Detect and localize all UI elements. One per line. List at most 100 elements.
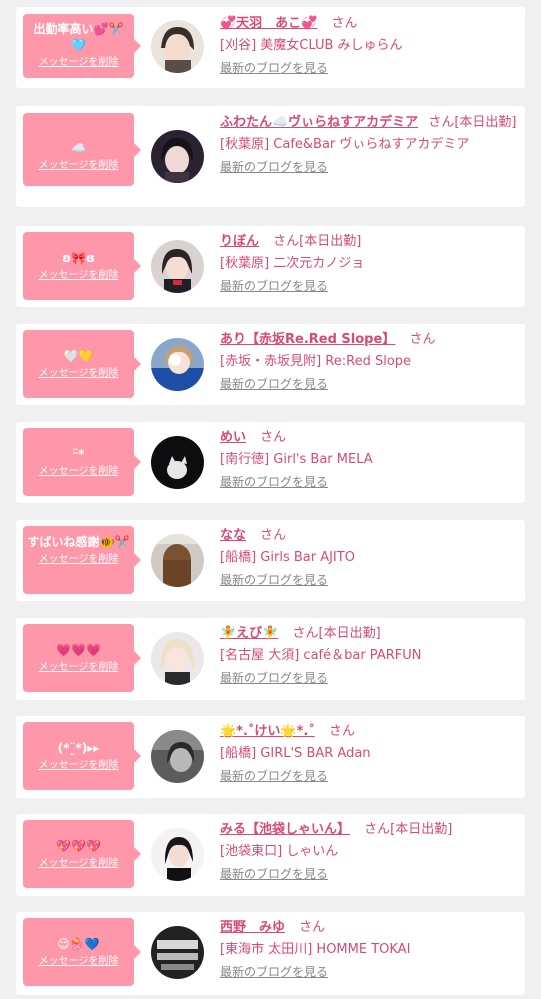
delete-message-link[interactable]: メッセージを削除 — [27, 554, 130, 566]
cast-name-link[interactable]: みる【池袋しゃいん】 — [220, 822, 350, 837]
name-line: なな さん — [220, 526, 519, 546]
list-item: 出勤率高い💕✂️🩵 メッセージを削除 💞天羽 あこ💞 さん [刈谷] 美魔女CL… — [16, 7, 525, 88]
shop-area: [南行徳] — [220, 452, 270, 467]
shop-name: 美魔女CLUB みしゅらん — [260, 38, 403, 53]
name-suffix: さん — [299, 920, 326, 935]
shop-name: しゃいん — [286, 844, 339, 859]
shop-name: Girls Bar AJITO — [260, 550, 355, 565]
list-item: ᵕ̈* メッセージを削除 めい さん [南行徳] Girl's Bar MELA… — [16, 422, 525, 503]
name-line: 西野 みゆ さん — [220, 918, 519, 938]
shop-name: HOMME TOKAI — [316, 942, 411, 957]
name-suffix: さん — [409, 332, 436, 347]
message-bubble: 🤍💛 メッセージを削除 — [23, 330, 141, 398]
shop-area: [赤坂・赤坂見附] — [220, 354, 322, 369]
latest-blog-link[interactable]: 最新のブログを見る — [220, 376, 328, 392]
message-text: 🤍💛 — [63, 349, 94, 363]
shop-line: [船橋] Girls Bar AJITO — [220, 548, 519, 568]
name-line: ふわたん☁️ヴぃらねすアカデミア さん[本日出勤] — [220, 113, 519, 133]
message-bubble: すばいね感謝🐠✂️ メッセージを削除 — [23, 526, 141, 594]
cast-name-link[interactable]: あり【赤坂Re.Red Slope】 — [220, 332, 395, 347]
shop-name: GIRL'S BAR Adan — [260, 746, 371, 761]
list-item: ☁️ メッセージを削除 ふわたん☁️ヴぃらねすアカデミア さん[本日出勤] [秋… — [16, 106, 525, 207]
avatar[interactable] — [151, 534, 204, 587]
list-item: 😌🪼💙 メッセージを削除 西野 みゆ さん [東海市 太田川] HOMME TO… — [16, 912, 525, 995]
delete-message-link[interactable]: メッセージを削除 — [27, 368, 130, 380]
cast-name-link[interactable]: めい — [220, 430, 246, 445]
message-bubble: 出勤率高い💕✂️🩵 メッセージを削除 — [23, 14, 141, 78]
delete-message-link[interactable]: メッセージを削除 — [27, 57, 130, 69]
shop-area: [東海市 太田川] — [220, 942, 313, 957]
list-item: ʚ🎀ɞ メッセージを削除 りぼん さん[本日出勤] [秋葉原] 二次元カノジョ … — [16, 226, 525, 307]
favorite-list: 出勤率高い💕✂️🩵 メッセージを削除 💞天羽 あこ💞 さん [刈谷] 美魔女CL… — [0, 0, 541, 999]
cast-name-link[interactable]: ふわたん☁️ヴぃらねすアカデミア — [220, 115, 418, 130]
delete-message-link[interactable]: メッセージを削除 — [27, 858, 130, 870]
delete-message-link[interactable]: メッセージを削除 — [27, 662, 130, 674]
name-suffix: さん — [260, 430, 287, 445]
shop-area: [名古屋 大須] — [220, 648, 300, 663]
shop-name: Cafe&Bar ヴぃらねすアカデミア — [273, 137, 470, 152]
delete-message-link[interactable]: メッセージを削除 — [27, 466, 130, 478]
message-text: ʚ🎀ɞ — [62, 251, 95, 265]
latest-blog-link[interactable]: 最新のブログを見る — [220, 670, 328, 686]
avatar[interactable] — [151, 632, 204, 685]
delete-message-link[interactable]: メッセージを削除 — [27, 270, 130, 282]
latest-blog-link[interactable]: 最新のブログを見る — [220, 768, 328, 784]
avatar[interactable] — [151, 130, 204, 183]
latest-blog-link[interactable]: 最新のブログを見る — [220, 60, 328, 76]
name-suffix: さん — [260, 528, 287, 543]
shop-area: [池袋東口] — [220, 844, 283, 859]
avatar[interactable] — [151, 828, 204, 881]
shop-area: [船橋] — [220, 746, 257, 761]
cast-name-link[interactable]: 🧚えび🧚 — [220, 626, 278, 641]
shop-line: [秋葉原] Cafe&Bar ヴぃらねすアカデミア — [220, 135, 519, 155]
latest-blog-link[interactable]: 最新のブログを見る — [220, 159, 328, 175]
shop-name: Re:Red Slope — [325, 354, 412, 369]
message-bubble: ʚ🎀ɞ メッセージを削除 — [23, 232, 141, 300]
message-bubble: ᵕ̈* メッセージを削除 — [23, 428, 141, 496]
name-suffix: さん[本日出勤] — [364, 822, 453, 837]
cast-name-link[interactable]: なな — [220, 528, 246, 543]
avatar[interactable] — [151, 730, 204, 783]
message-bubble: ☁️ メッセージを削除 — [23, 113, 141, 186]
message-text: 💗💗💗 — [56, 643, 101, 657]
avatar[interactable] — [151, 20, 204, 73]
name-line: みる【池袋しゃいん】 さん[本日出勤] — [220, 820, 519, 840]
message-text: 出勤率高い💕✂️🩵 — [33, 22, 124, 52]
latest-blog-link[interactable]: 最新のブログを見る — [220, 278, 328, 294]
list-item: すばいね感謝🐠✂️ メッセージを削除 なな さん [船橋] Girls Bar … — [16, 520, 525, 601]
list-item: 💖💖💖 メッセージを削除 みる【池袋しゃいん】 さん[本日出勤] [池袋東口] … — [16, 814, 525, 896]
latest-blog-link[interactable]: 最新のブログを見る — [220, 572, 328, 588]
latest-blog-link[interactable]: 最新のブログを見る — [220, 474, 328, 490]
message-bubble: 💗💗💗 メッセージを削除 — [23, 624, 141, 692]
name-line: りぼん さん[本日出勤] — [220, 232, 519, 252]
shop-line: [船橋] GIRL'S BAR Adan — [220, 744, 519, 764]
cast-name-link[interactable]: 💞天羽 あこ💞 — [220, 16, 317, 31]
delete-message-link[interactable]: メッセージを削除 — [27, 956, 130, 968]
shop-line: [名古屋 大須] café＆bar PARFUN — [220, 646, 519, 666]
avatar[interactable] — [151, 240, 204, 293]
message-bubble: 💖💖💖 メッセージを削除 — [23, 820, 141, 888]
avatar[interactable] — [151, 338, 204, 391]
cast-name-link[interactable]: 西野 みゆ — [220, 920, 285, 935]
name-suffix: さん[本日出勤] — [273, 234, 362, 249]
shop-area: [秋葉原] — [220, 137, 270, 152]
delete-message-link[interactable]: メッセージを削除 — [27, 160, 130, 172]
name-suffix: さん[本日出勤] — [428, 115, 517, 130]
shop-line: [赤坂・赤坂見附] Re:Red Slope — [220, 352, 519, 372]
cast-name-link[interactable]: りぼん — [220, 234, 259, 249]
message-text: ☁️ — [71, 141, 86, 155]
latest-blog-link[interactable]: 最新のブログを見る — [220, 866, 328, 882]
list-item: 🤍💛 メッセージを削除 あり【赤坂Re.Red Slope】 さん [赤坂・赤坂… — [16, 324, 525, 405]
cast-name-link[interactable]: 🌟*.˚けい🌟*.˚ — [220, 724, 315, 739]
latest-blog-link[interactable]: 最新のブログを見る — [220, 964, 328, 980]
message-text: 😌🪼💙 — [57, 937, 100, 951]
name-line: めい さん — [220, 428, 519, 448]
avatar[interactable] — [151, 926, 204, 979]
avatar[interactable] — [151, 436, 204, 489]
message-text: ᵕ̈* — [72, 447, 85, 461]
name-suffix: さん[本日出勤] — [292, 626, 381, 641]
delete-message-link[interactable]: メッセージを削除 — [27, 760, 130, 772]
shop-area: [刈谷] — [220, 38, 257, 53]
list-item: (*¨̮*)▸▸ メッセージを削除 🌟*.˚けい🌟*.˚ さん [船橋] GIR… — [16, 716, 525, 798]
list-item: 💗💗💗 メッセージを削除 🧚えび🧚 さん[本日出勤] [名古屋 大須] café… — [16, 618, 525, 700]
